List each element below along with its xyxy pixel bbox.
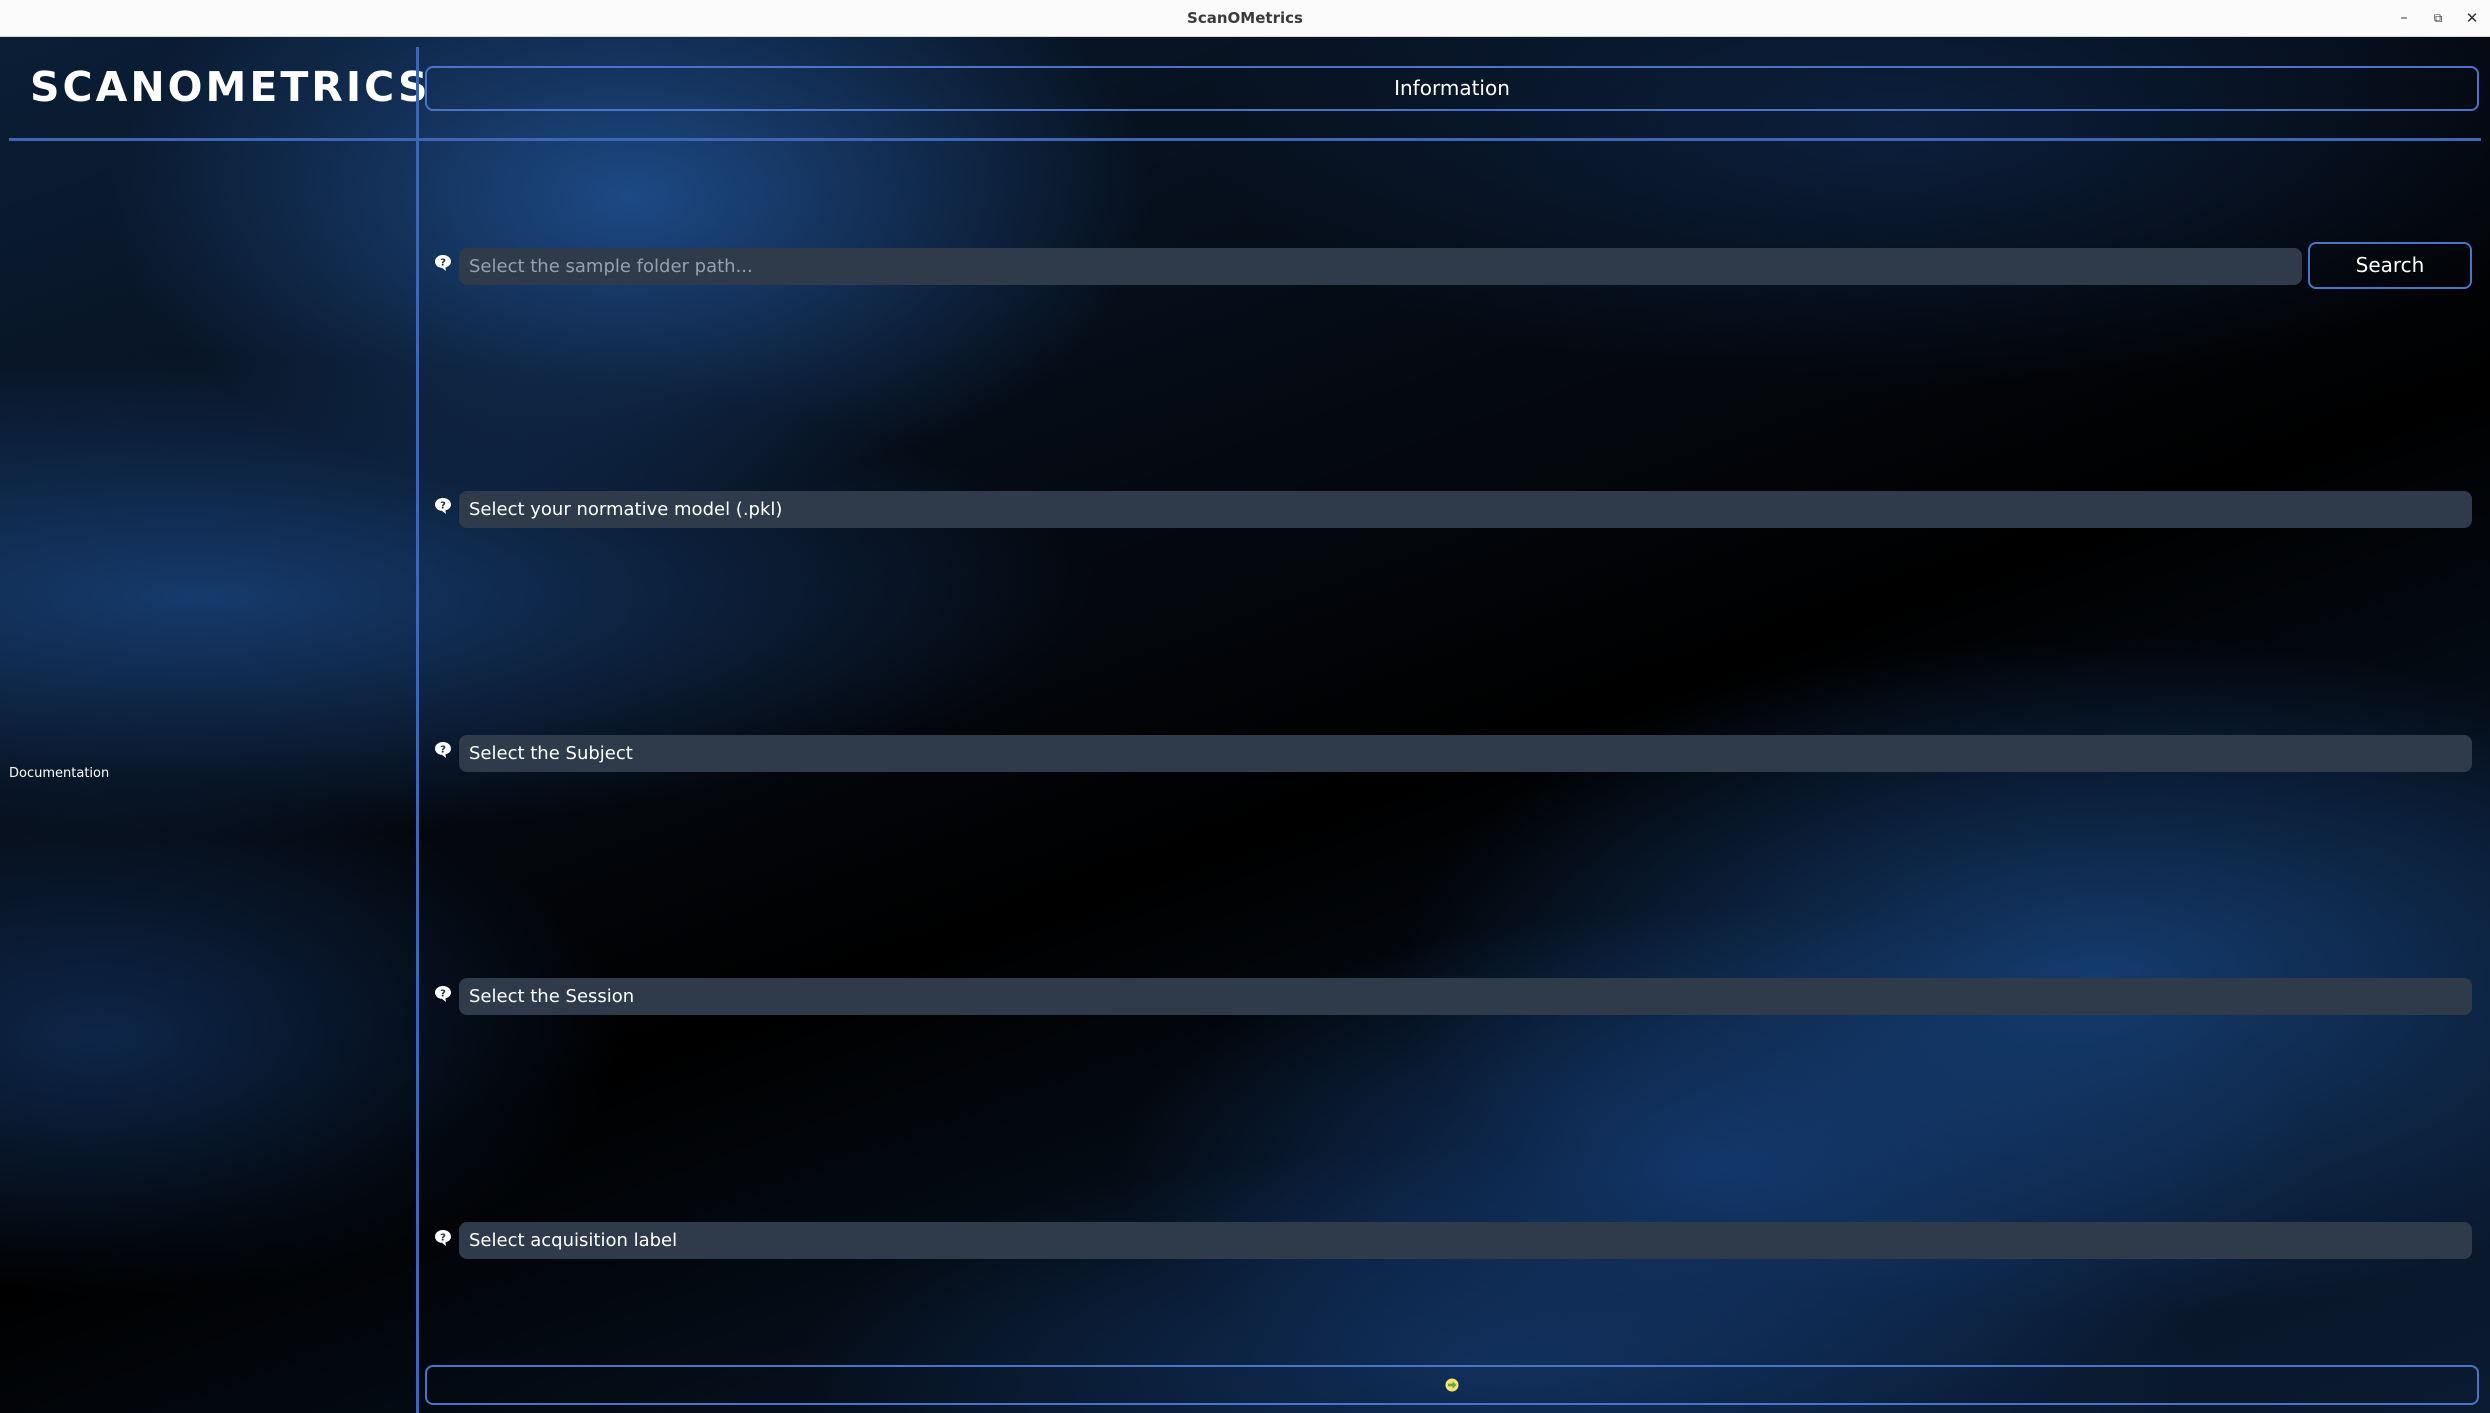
search-button[interactable]: Search	[2308, 242, 2472, 289]
sidebar-divider	[416, 47, 419, 1413]
normative-model-select[interactable]: Select your normative model (.pkl)	[459, 491, 2472, 528]
svg-text:?: ?	[440, 257, 446, 268]
window-title: ScanOMetrics	[1187, 9, 1303, 27]
svg-text:?: ?	[440, 744, 446, 755]
sample-folder-path-input[interactable]	[459, 248, 2302, 285]
window-titlebar: ScanOMetrics – ⧉ ✕	[0, 0, 2490, 37]
subject-help-icon[interactable]: ?	[434, 741, 452, 759]
session-help-icon[interactable]: ?	[434, 985, 452, 1003]
subject-label: Select the Subject	[469, 743, 633, 764]
documentation-link[interactable]: Documentation	[9, 766, 109, 781]
header-divider	[9, 138, 2481, 141]
svg-text:?: ?	[440, 988, 446, 999]
svg-text:?: ?	[440, 1232, 446, 1243]
subject-select[interactable]: Select the Subject	[459, 735, 2472, 772]
maximize-button[interactable]: ⧉	[2428, 8, 2448, 28]
green-arrow-right-icon	[1445, 1378, 1459, 1392]
sample-folder-help-icon[interactable]: ?	[434, 254, 452, 272]
acquisition-label: Select acquisition label	[469, 1230, 678, 1251]
next-button[interactable]	[425, 1365, 2479, 1405]
information-button[interactable]: Information	[425, 66, 2479, 111]
acquisition-label-select[interactable]: Select acquisition label	[459, 1222, 2472, 1259]
session-select[interactable]: Select the Session	[459, 978, 2472, 1015]
app-window: SCANOMETRICS Information Documentation ?…	[0, 37, 2490, 1413]
session-label: Select the Session	[469, 986, 635, 1007]
app-logo-title: SCANOMETRICS	[30, 63, 431, 111]
close-button[interactable]: ✕	[2462, 8, 2482, 28]
svg-text:?: ?	[440, 500, 446, 511]
normative-model-help-icon[interactable]: ?	[434, 497, 452, 515]
acquisition-help-icon[interactable]: ?	[434, 1229, 452, 1247]
minimize-button[interactable]: –	[2394, 8, 2414, 28]
normative-model-label: Select your normative model (.pkl)	[469, 499, 783, 520]
